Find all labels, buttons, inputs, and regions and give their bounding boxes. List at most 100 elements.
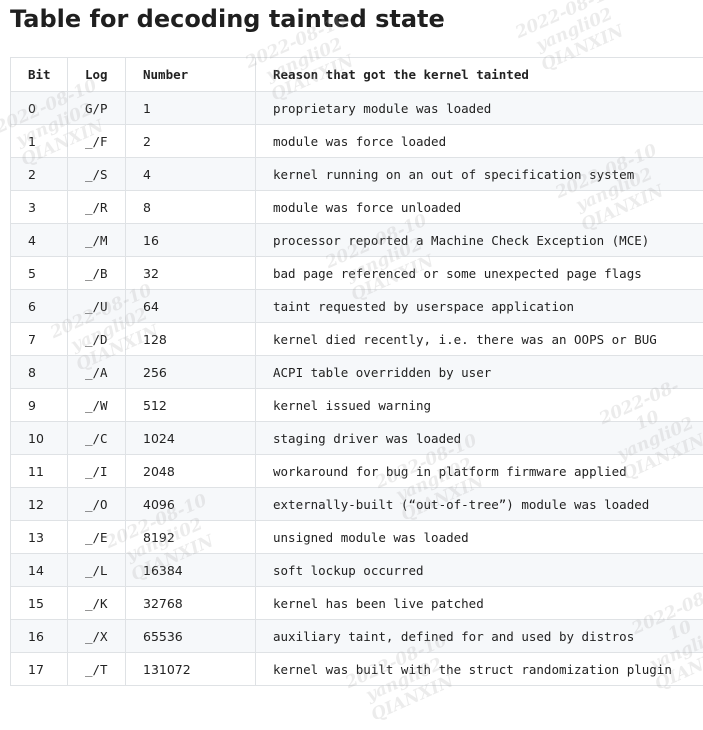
cell-bit: 16 xyxy=(11,620,68,653)
cell-log: G/P xyxy=(68,92,126,125)
cell-log: _/B xyxy=(68,257,126,290)
cell-log: _/S xyxy=(68,158,126,191)
cell-number: 2 xyxy=(126,125,256,158)
cell-reason: kernel was built with the struct randomi… xyxy=(256,653,703,686)
cell-reason: proprietary module was loaded xyxy=(256,92,703,125)
cell-bit: 3 xyxy=(11,191,68,224)
cell-reason: workaround for bug in platform firmware … xyxy=(256,455,703,488)
cell-number: 256 xyxy=(126,356,256,389)
cell-reason: processor reported a Machine Check Excep… xyxy=(256,224,703,257)
taint-table: Bit Log Number Reason that got the kerne… xyxy=(10,57,703,686)
cell-log: _/F xyxy=(68,125,126,158)
cell-bit: 13 xyxy=(11,521,68,554)
cell-bit: 6 xyxy=(11,290,68,323)
cell-reason: ACPI table overridden by user xyxy=(256,356,703,389)
cell-log: _/D xyxy=(68,323,126,356)
cell-bit: 11 xyxy=(11,455,68,488)
table-row: 8_/A256ACPI table overridden by user xyxy=(11,356,703,389)
table-row: 17_/T131072kernel was built with the str… xyxy=(11,653,703,686)
cell-log: _/T xyxy=(68,653,126,686)
cell-number: 1024 xyxy=(126,422,256,455)
table-row: 14_/L16384soft lockup occurred xyxy=(11,554,703,587)
cell-bit: 1 xyxy=(11,125,68,158)
table-row: 15_/K32768kernel has been live patched xyxy=(11,587,703,620)
cell-log: _/I xyxy=(68,455,126,488)
table-row: 12_/O4096externally-built (“out-of-tree”… xyxy=(11,488,703,521)
table-row: 0G/P1proprietary module was loaded xyxy=(11,92,703,125)
cell-log: _/K xyxy=(68,587,126,620)
watermark-user: yangli02 xyxy=(521,0,628,61)
table-body: 0G/P1proprietary module was loaded1_/F2m… xyxy=(11,92,703,686)
cell-number: 8192 xyxy=(126,521,256,554)
cell-bit: 2 xyxy=(11,158,68,191)
table-row: 1_/F2module was force loaded xyxy=(11,125,703,158)
cell-log: _/A xyxy=(68,356,126,389)
cell-number: 1 xyxy=(126,92,256,125)
cell-bit: 17 xyxy=(11,653,68,686)
cell-number: 131072 xyxy=(126,653,256,686)
cell-reason: module was force unloaded xyxy=(256,191,703,224)
cell-number: 128 xyxy=(126,323,256,356)
cell-bit: 0 xyxy=(11,92,68,125)
cell-number: 8 xyxy=(126,191,256,224)
cell-reason: soft lockup occurred xyxy=(256,554,703,587)
table-row: 13_/E8192unsigned module was loaded xyxy=(11,521,703,554)
header-number: Number xyxy=(126,58,256,92)
table-row: 9_/W512kernel issued warning xyxy=(11,389,703,422)
cell-reason: module was force loaded xyxy=(256,125,703,158)
cell-number: 4096 xyxy=(126,488,256,521)
cell-reason: auxiliary taint, defined for and used by… xyxy=(256,620,703,653)
page-title: Table for decoding tainted state xyxy=(10,2,445,36)
cell-log: _/R xyxy=(68,191,126,224)
cell-number: 65536 xyxy=(126,620,256,653)
header-bit: Bit xyxy=(11,58,68,92)
cell-reason: unsigned module was loaded xyxy=(256,521,703,554)
cell-reason: kernel issued warning xyxy=(256,389,703,422)
header-reason: Reason that got the kernel tainted xyxy=(256,58,703,92)
cell-number: 16 xyxy=(126,224,256,257)
cell-reason: staging driver was loaded xyxy=(256,422,703,455)
cell-bit: 10 xyxy=(11,422,68,455)
cell-number: 4 xyxy=(126,158,256,191)
table-row: 11_/I2048workaround for bug in platform … xyxy=(11,455,703,488)
cell-bit: 15 xyxy=(11,587,68,620)
cell-bit: 9 xyxy=(11,389,68,422)
table-row: 16_/X65536auxiliary taint, defined for a… xyxy=(11,620,703,653)
cell-log: _/U xyxy=(68,290,126,323)
cell-bit: 14 xyxy=(11,554,68,587)
cell-bit: 5 xyxy=(11,257,68,290)
cell-number: 16384 xyxy=(126,554,256,587)
watermark-date: 2022-08-10 xyxy=(512,0,619,43)
cell-bit: 12 xyxy=(11,488,68,521)
table-row: 6_/U64taint requested by userspace appli… xyxy=(11,290,703,323)
cell-log: _/W xyxy=(68,389,126,422)
cell-log: _/O xyxy=(68,488,126,521)
table-row: 4_/M16processor reported a Machine Check… xyxy=(11,224,703,257)
cell-reason: kernel running on an out of specificatio… xyxy=(256,158,703,191)
cell-bit: 7 xyxy=(11,323,68,356)
table-row: 3_/R8module was force unloaded xyxy=(11,191,703,224)
cell-number: 32768 xyxy=(126,587,256,620)
cell-log: _/C xyxy=(68,422,126,455)
table-row: 10_/C1024staging driver was loaded xyxy=(11,422,703,455)
table-row: 7_/D128kernel died recently, i.e. there … xyxy=(11,323,703,356)
cell-reason: externally-built (“out-of-tree”) module … xyxy=(256,488,703,521)
cell-reason: kernel has been live patched xyxy=(256,587,703,620)
cell-reason: bad page referenced or some unexpected p… xyxy=(256,257,703,290)
cell-bit: 8 xyxy=(11,356,68,389)
cell-number: 512 xyxy=(126,389,256,422)
cell-reason: taint requested by userspace application xyxy=(256,290,703,323)
cell-reason: kernel died recently, i.e. there was an … xyxy=(256,323,703,356)
table-header-row: Bit Log Number Reason that got the kerne… xyxy=(11,58,703,92)
cell-bit: 4 xyxy=(11,224,68,257)
header-log: Log xyxy=(68,58,126,92)
cell-log: _/M xyxy=(68,224,126,257)
cell-number: 32 xyxy=(126,257,256,290)
cell-log: _/X xyxy=(68,620,126,653)
table-row: 5_/B32bad page referenced or some unexpe… xyxy=(11,257,703,290)
cell-number: 2048 xyxy=(126,455,256,488)
cell-log: _/L xyxy=(68,554,126,587)
cell-log: _/E xyxy=(68,521,126,554)
table-row: 2_/S4kernel running on an out of specifi… xyxy=(11,158,703,191)
cell-number: 64 xyxy=(126,290,256,323)
